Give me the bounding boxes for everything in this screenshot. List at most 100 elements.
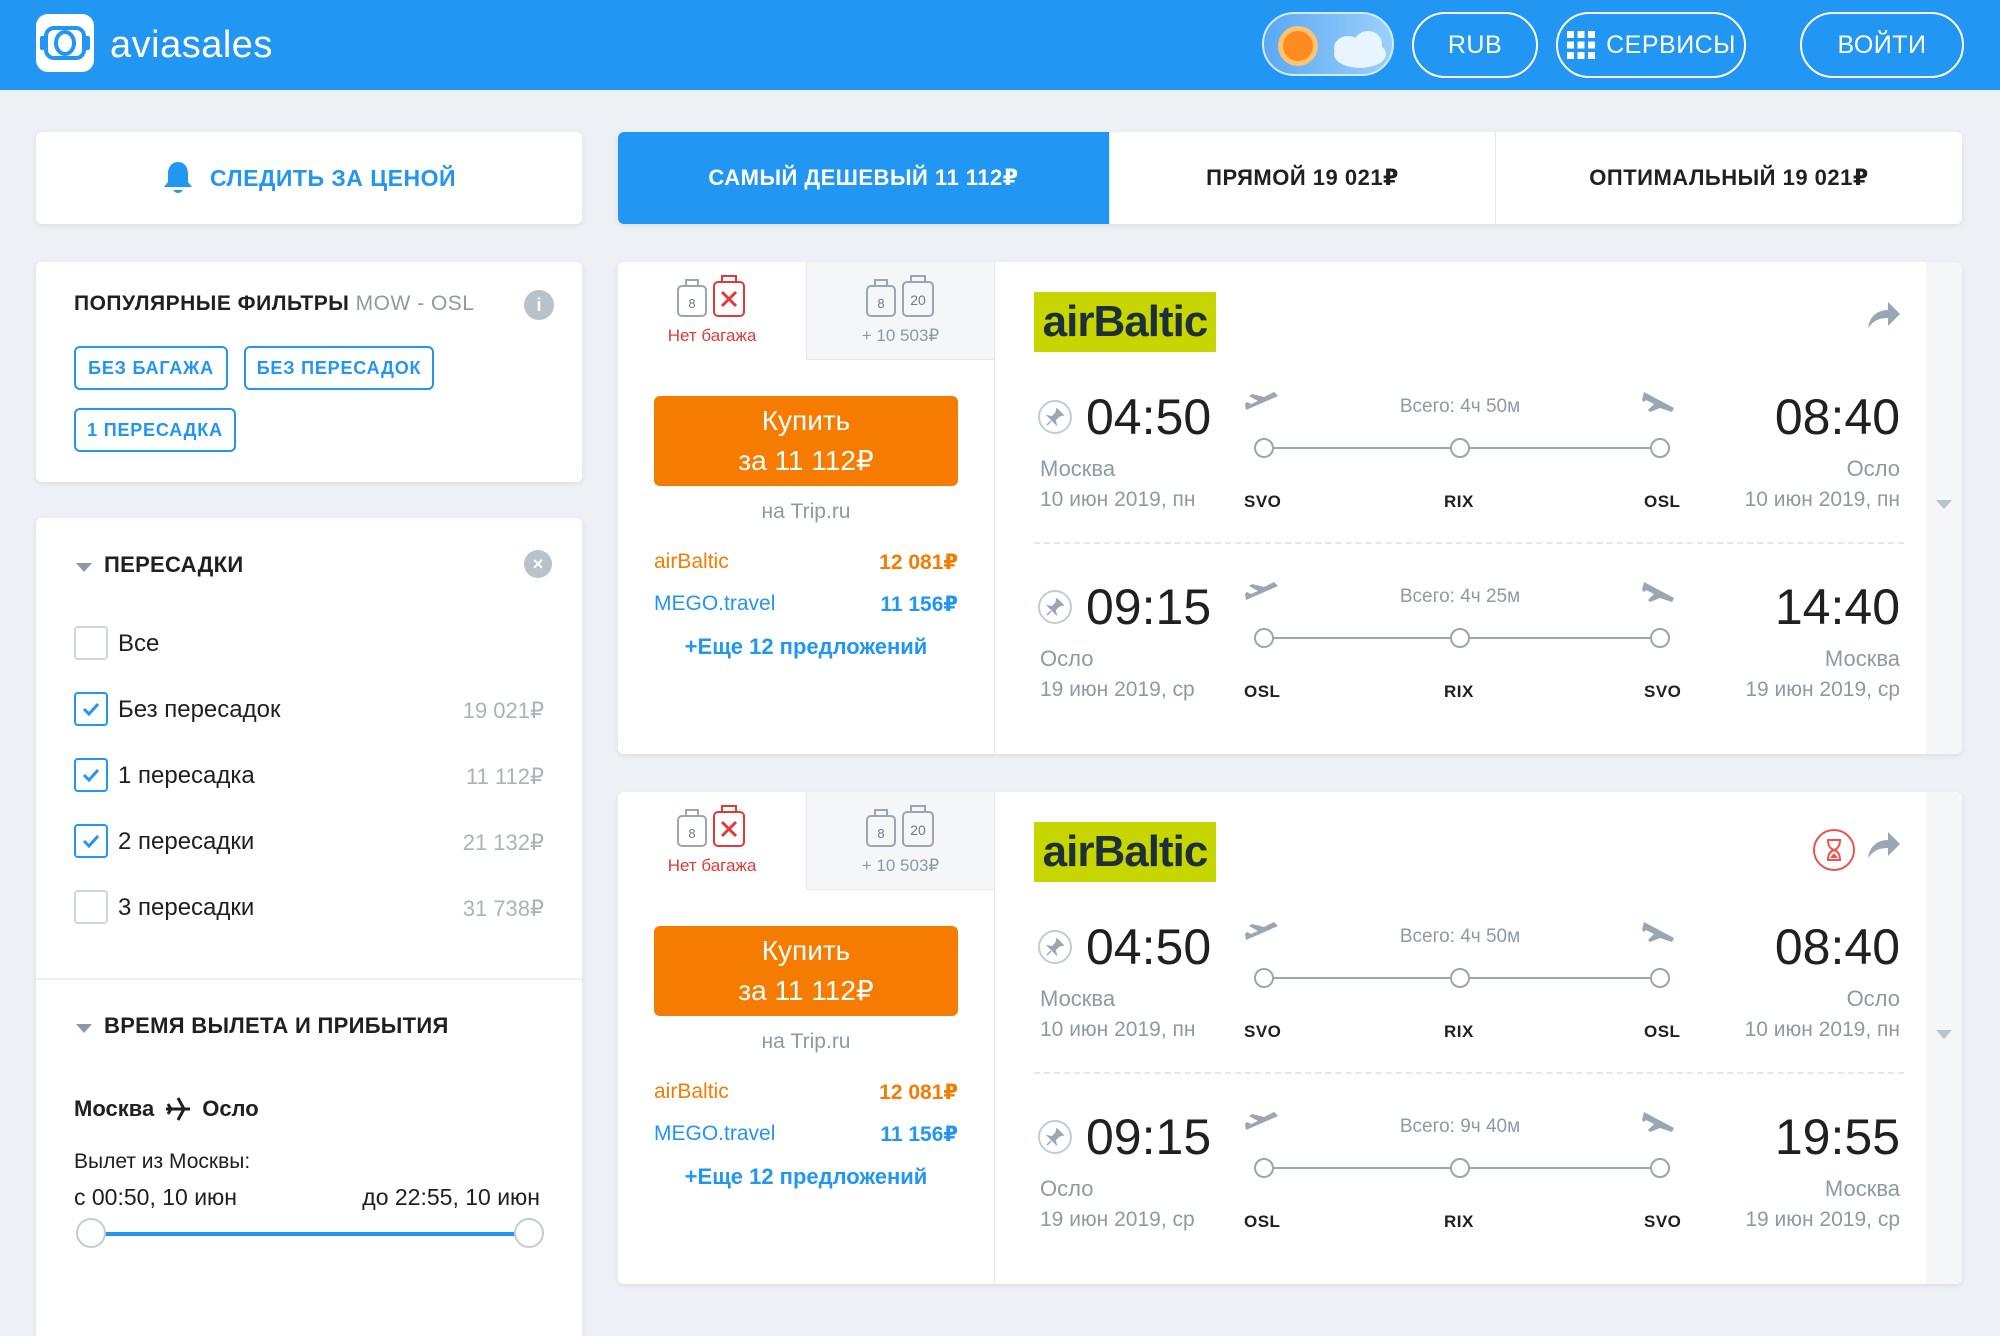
arrival-date: 10 июн 2019, пн (1744, 488, 1900, 511)
buy-button[interactable]: Купить за 11 112₽ (654, 396, 958, 486)
iata-stop: RIX (1444, 1022, 1474, 1041)
login-button[interactable]: ВОЙТИ (1800, 12, 1964, 78)
departure-date: 10 июн 2019, пн (1040, 1018, 1196, 1041)
route-node-stop (1450, 438, 1470, 458)
checkbox-one-stop-label[interactable]: 1 пересадка (118, 762, 255, 790)
follow-price-button[interactable]: СЛЕДИТЬ ЗА ЦЕНОЙ (36, 132, 582, 224)
theme-toggle[interactable] (1262, 12, 1394, 76)
landing-icon (1642, 392, 1674, 412)
offer-airbaltic-price[interactable]: 12 081₽ (838, 550, 958, 575)
route-node-end (1650, 628, 1670, 648)
agent-name: на Trip.ru (761, 1030, 851, 1053)
checkbox-two-stops[interactable] (74, 824, 108, 858)
time-filter-title[interactable]: ВРЕМЯ ВЫЛЕТА И ПРИБЫТИЯ (104, 1013, 449, 1039)
svg-text:8: 8 (688, 826, 695, 841)
stops-filter-title[interactable]: ПЕРЕСАДКИ (104, 552, 244, 578)
time-range-track (92, 1232, 530, 1236)
baggage-tab-no-bag[interactable]: 8 Нет багажа (618, 262, 806, 360)
route-node-start (1254, 968, 1274, 988)
pin-icon[interactable] (1038, 590, 1072, 624)
baggage-tab-with-bag[interactable]: 8 20 + 10 503₽ (806, 262, 994, 360)
chip-no-baggage[interactable]: БЕЗ БАГАЖА (74, 346, 228, 390)
share-icon[interactable] (1866, 830, 1902, 860)
checkbox-one-stop[interactable] (74, 758, 108, 792)
checkbox-two-stops-label[interactable]: 2 пересадки (118, 828, 254, 856)
checkbox-direct[interactable] (74, 692, 108, 726)
departure-city: Осло (1040, 646, 1094, 671)
arrival-date: 19 июн 2019, ср (1745, 678, 1900, 701)
iata-destination: OSL (1644, 492, 1681, 511)
ticket-card[interactable]: 8 Нет багажа 8 20 + 10 503₽ Купить за 11… (618, 792, 1962, 1284)
takeoff-icon (1245, 922, 1278, 940)
no-baggage-icon: 8 (677, 275, 745, 317)
pin-icon[interactable] (1038, 1120, 1072, 1154)
logo-text[interactable]: aviasales (110, 24, 273, 67)
pin-icon[interactable] (1038, 400, 1072, 434)
aviasales-logo-icon[interactable] (36, 14, 94, 72)
clear-filter-icon[interactable]: × (524, 550, 552, 578)
route-to-city: Осло (202, 1096, 259, 1121)
svg-text:8: 8 (877, 296, 884, 311)
pin-icon[interactable] (1038, 930, 1072, 964)
chip-direct[interactable]: БЕЗ ПЕРЕСАДОК (244, 346, 434, 390)
buy-button[interactable]: Купить за 11 112₽ (654, 926, 958, 1016)
hourglass-icon[interactable] (1812, 828, 1856, 872)
iata-origin: OSL (1244, 1212, 1281, 1231)
no-baggage-icon: 8 (677, 805, 745, 847)
checkbox-direct-label[interactable]: Без пересадок (118, 696, 280, 724)
checkbox-three-stops-label[interactable]: 3 пересадки (118, 894, 254, 922)
more-offers-link[interactable]: +Еще 12 предложений (618, 1164, 994, 1190)
checkbox-three-stops[interactable] (74, 890, 108, 924)
landing-icon (1642, 582, 1674, 602)
takeoff-icon (1245, 392, 1278, 410)
tab-direct-label: ПРЯМОЙ (1206, 165, 1307, 190)
more-offers-link[interactable]: +Еще 12 предложений (618, 634, 994, 660)
checkbox-all-label[interactable]: Все (118, 630, 159, 658)
tab-direct-price: 19 021₽ (1312, 165, 1399, 190)
ticket-divider (994, 262, 995, 754)
segment-divider (1034, 1072, 1904, 1074)
range-handle-start[interactable] (76, 1218, 106, 1248)
arrival-city: Осло (1846, 986, 1900, 1011)
share-icon[interactable] (1866, 300, 1902, 330)
offer-mego[interactable]: MEGO.travel (654, 1122, 775, 1146)
chevron-down-icon[interactable] (1936, 1030, 1952, 1039)
range-handle-end[interactable] (514, 1218, 544, 1248)
baggage-tab-with-bag[interactable]: 8 20 + 10 503₽ (806, 792, 994, 890)
chevron-down-icon[interactable] (1936, 500, 1952, 509)
currency-button[interactable]: RUB (1412, 12, 1538, 78)
offer-mego[interactable]: MEGO.travel (654, 592, 775, 616)
offer-mego-price[interactable]: 11 156₽ (838, 1122, 958, 1147)
no-baggage-note: Нет багажа (667, 326, 757, 345)
route-node-stop (1450, 968, 1470, 988)
info-icon[interactable]: i (524, 290, 554, 320)
offer-mego-price[interactable]: 11 156₽ (838, 592, 958, 617)
ticket-card[interactable]: 8 Нет багажа 8 20 + 10 503₽ Купить за 11… (618, 262, 1962, 754)
iata-destination: OSL (1644, 1022, 1681, 1041)
checkbox-direct-price: 19 021₽ (462, 698, 544, 723)
checkbox-all[interactable] (74, 626, 108, 660)
offer-airbaltic-price[interactable]: 12 081₽ (838, 1080, 958, 1105)
chip-one-stop[interactable]: 1 ПЕРЕСАДКА (74, 408, 236, 452)
offer-airbaltic[interactable]: airBaltic (654, 1080, 729, 1104)
route-from-city: Москва (74, 1096, 155, 1121)
services-button[interactable]: СЕРВИСЫ (1556, 12, 1746, 78)
route-node-start (1254, 438, 1274, 458)
iata-origin: SVO (1244, 1022, 1282, 1041)
collapse-chevron-icon[interactable] (76, 1024, 92, 1033)
baggage-tab-no-bag[interactable]: 8 Нет багажа (618, 792, 806, 890)
arrival-time: 08:40 (1774, 919, 1900, 975)
sort-tabs: САМЫЙ ДЕШЕВЫЙ 11 112₽ ПРЯМОЙ 19 021₽ ОПТ… (618, 132, 1962, 224)
departure-time: 04:50 (1086, 389, 1212, 445)
route-node-start (1254, 1158, 1274, 1178)
departure-time: 09:15 (1086, 579, 1212, 635)
tab-direct[interactable]: ПРЯМОЙ 19 021₽ (1110, 132, 1496, 224)
tab-cheapest[interactable]: САМЫЙ ДЕШЕВЫЙ 11 112₽ (618, 132, 1110, 224)
popular-filters-route: MOW - OSL (355, 292, 475, 315)
tab-optimal[interactable]: ОПТИМАЛЬНЫЙ 19 021₽ (1496, 132, 1962, 224)
plane-icon (166, 1097, 191, 1121)
svg-text:20: 20 (910, 822, 926, 838)
checkbox-one-stop-price: 11 112₽ (465, 764, 544, 789)
collapse-chevron-icon[interactable] (76, 563, 92, 572)
offer-airbaltic[interactable]: airBaltic (654, 550, 729, 574)
